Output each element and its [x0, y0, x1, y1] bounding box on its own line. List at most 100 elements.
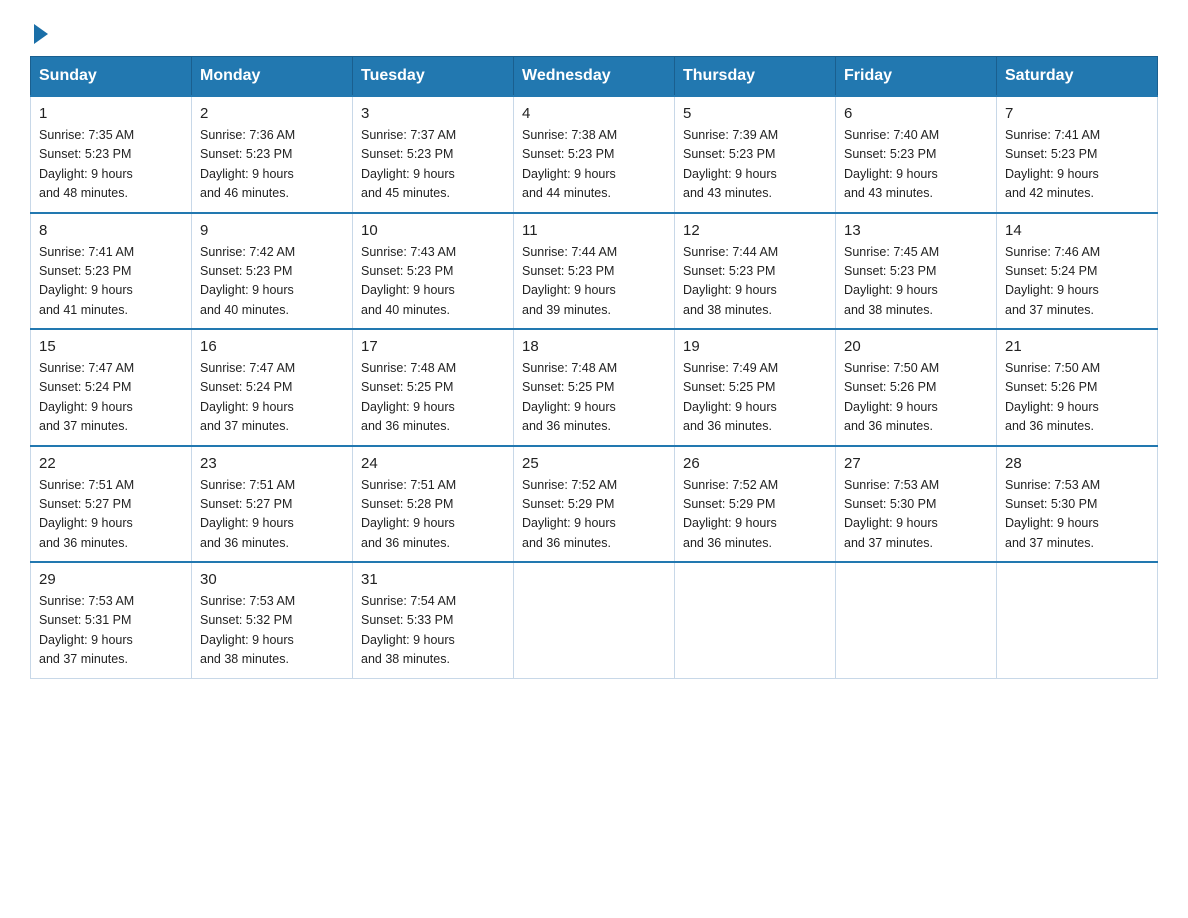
- day-info: Sunrise: 7:54 AM Sunset: 5:33 PM Dayligh…: [361, 592, 505, 670]
- day-cell: 19 Sunrise: 7:49 AM Sunset: 5:25 PM Dayl…: [675, 329, 836, 446]
- day-number: 2: [200, 105, 344, 122]
- day-number: 6: [844, 105, 988, 122]
- day-info: Sunrise: 7:53 AM Sunset: 5:30 PM Dayligh…: [844, 476, 988, 554]
- day-info: Sunrise: 7:37 AM Sunset: 5:23 PM Dayligh…: [361, 126, 505, 204]
- day-info: Sunrise: 7:48 AM Sunset: 5:25 PM Dayligh…: [522, 359, 666, 437]
- column-header-wednesday: Wednesday: [514, 57, 675, 97]
- day-number: 23: [200, 455, 344, 472]
- day-number: 28: [1005, 455, 1149, 472]
- day-cell: 27 Sunrise: 7:53 AM Sunset: 5:30 PM Dayl…: [836, 446, 997, 563]
- day-cell: 29 Sunrise: 7:53 AM Sunset: 5:31 PM Dayl…: [31, 562, 192, 678]
- logo: [30, 20, 48, 38]
- day-info: Sunrise: 7:35 AM Sunset: 5:23 PM Dayligh…: [39, 126, 183, 204]
- day-cell: [675, 562, 836, 678]
- day-cell: 23 Sunrise: 7:51 AM Sunset: 5:27 PM Dayl…: [192, 446, 353, 563]
- day-cell: 16 Sunrise: 7:47 AM Sunset: 5:24 PM Dayl…: [192, 329, 353, 446]
- day-info: Sunrise: 7:50 AM Sunset: 5:26 PM Dayligh…: [844, 359, 988, 437]
- day-cell: 2 Sunrise: 7:36 AM Sunset: 5:23 PM Dayli…: [192, 96, 353, 213]
- day-number: 10: [361, 222, 505, 239]
- day-cell: 18 Sunrise: 7:48 AM Sunset: 5:25 PM Dayl…: [514, 329, 675, 446]
- day-cell: 31 Sunrise: 7:54 AM Sunset: 5:33 PM Dayl…: [353, 562, 514, 678]
- day-number: 9: [200, 222, 344, 239]
- day-info: Sunrise: 7:38 AM Sunset: 5:23 PM Dayligh…: [522, 126, 666, 204]
- day-cell: 24 Sunrise: 7:51 AM Sunset: 5:28 PM Dayl…: [353, 446, 514, 563]
- day-cell: 7 Sunrise: 7:41 AM Sunset: 5:23 PM Dayli…: [997, 96, 1158, 213]
- day-number: 31: [361, 571, 505, 588]
- day-cell: 4 Sunrise: 7:38 AM Sunset: 5:23 PM Dayli…: [514, 96, 675, 213]
- column-header-saturday: Saturday: [997, 57, 1158, 97]
- column-header-thursday: Thursday: [675, 57, 836, 97]
- day-number: 13: [844, 222, 988, 239]
- week-row-1: 1 Sunrise: 7:35 AM Sunset: 5:23 PM Dayli…: [31, 96, 1158, 213]
- day-number: 4: [522, 105, 666, 122]
- day-cell: 10 Sunrise: 7:43 AM Sunset: 5:23 PM Dayl…: [353, 213, 514, 330]
- day-info: Sunrise: 7:39 AM Sunset: 5:23 PM Dayligh…: [683, 126, 827, 204]
- day-cell: 12 Sunrise: 7:44 AM Sunset: 5:23 PM Dayl…: [675, 213, 836, 330]
- day-number: 3: [361, 105, 505, 122]
- day-info: Sunrise: 7:53 AM Sunset: 5:30 PM Dayligh…: [1005, 476, 1149, 554]
- column-header-monday: Monday: [192, 57, 353, 97]
- week-row-3: 15 Sunrise: 7:47 AM Sunset: 5:24 PM Dayl…: [31, 329, 1158, 446]
- week-row-2: 8 Sunrise: 7:41 AM Sunset: 5:23 PM Dayli…: [31, 213, 1158, 330]
- day-number: 24: [361, 455, 505, 472]
- day-number: 11: [522, 222, 666, 239]
- column-header-sunday: Sunday: [31, 57, 192, 97]
- logo-arrow-icon: [34, 24, 48, 44]
- day-cell: [997, 562, 1158, 678]
- calendar-table: SundayMondayTuesdayWednesdayThursdayFrid…: [30, 56, 1158, 679]
- day-cell: 5 Sunrise: 7:39 AM Sunset: 5:23 PM Dayli…: [675, 96, 836, 213]
- header-row: SundayMondayTuesdayWednesdayThursdayFrid…: [31, 57, 1158, 97]
- column-header-tuesday: Tuesday: [353, 57, 514, 97]
- day-cell: [836, 562, 997, 678]
- day-cell: 9 Sunrise: 7:42 AM Sunset: 5:23 PM Dayli…: [192, 213, 353, 330]
- day-number: 17: [361, 338, 505, 355]
- day-number: 22: [39, 455, 183, 472]
- day-cell: 14 Sunrise: 7:46 AM Sunset: 5:24 PM Dayl…: [997, 213, 1158, 330]
- day-number: 8: [39, 222, 183, 239]
- day-info: Sunrise: 7:45 AM Sunset: 5:23 PM Dayligh…: [844, 243, 988, 321]
- day-number: 7: [1005, 105, 1149, 122]
- day-cell: 1 Sunrise: 7:35 AM Sunset: 5:23 PM Dayli…: [31, 96, 192, 213]
- day-number: 1: [39, 105, 183, 122]
- week-row-5: 29 Sunrise: 7:53 AM Sunset: 5:31 PM Dayl…: [31, 562, 1158, 678]
- day-info: Sunrise: 7:52 AM Sunset: 5:29 PM Dayligh…: [683, 476, 827, 554]
- day-info: Sunrise: 7:46 AM Sunset: 5:24 PM Dayligh…: [1005, 243, 1149, 321]
- day-number: 27: [844, 455, 988, 472]
- day-cell: 17 Sunrise: 7:48 AM Sunset: 5:25 PM Dayl…: [353, 329, 514, 446]
- day-number: 21: [1005, 338, 1149, 355]
- day-cell: 11 Sunrise: 7:44 AM Sunset: 5:23 PM Dayl…: [514, 213, 675, 330]
- column-header-friday: Friday: [836, 57, 997, 97]
- day-info: Sunrise: 7:41 AM Sunset: 5:23 PM Dayligh…: [39, 243, 183, 321]
- day-cell: 6 Sunrise: 7:40 AM Sunset: 5:23 PM Dayli…: [836, 96, 997, 213]
- day-number: 16: [200, 338, 344, 355]
- day-info: Sunrise: 7:41 AM Sunset: 5:23 PM Dayligh…: [1005, 126, 1149, 204]
- day-info: Sunrise: 7:53 AM Sunset: 5:31 PM Dayligh…: [39, 592, 183, 670]
- day-cell: 30 Sunrise: 7:53 AM Sunset: 5:32 PM Dayl…: [192, 562, 353, 678]
- day-info: Sunrise: 7:53 AM Sunset: 5:32 PM Dayligh…: [200, 592, 344, 670]
- day-number: 20: [844, 338, 988, 355]
- day-info: Sunrise: 7:48 AM Sunset: 5:25 PM Dayligh…: [361, 359, 505, 437]
- day-cell: 15 Sunrise: 7:47 AM Sunset: 5:24 PM Dayl…: [31, 329, 192, 446]
- day-number: 14: [1005, 222, 1149, 239]
- day-info: Sunrise: 7:47 AM Sunset: 5:24 PM Dayligh…: [39, 359, 183, 437]
- day-info: Sunrise: 7:51 AM Sunset: 5:28 PM Dayligh…: [361, 476, 505, 554]
- day-info: Sunrise: 7:42 AM Sunset: 5:23 PM Dayligh…: [200, 243, 344, 321]
- day-info: Sunrise: 7:43 AM Sunset: 5:23 PM Dayligh…: [361, 243, 505, 321]
- day-cell: 8 Sunrise: 7:41 AM Sunset: 5:23 PM Dayli…: [31, 213, 192, 330]
- day-info: Sunrise: 7:52 AM Sunset: 5:29 PM Dayligh…: [522, 476, 666, 554]
- day-cell: 26 Sunrise: 7:52 AM Sunset: 5:29 PM Dayl…: [675, 446, 836, 563]
- day-info: Sunrise: 7:44 AM Sunset: 5:23 PM Dayligh…: [683, 243, 827, 321]
- day-cell: 22 Sunrise: 7:51 AM Sunset: 5:27 PM Dayl…: [31, 446, 192, 563]
- day-number: 18: [522, 338, 666, 355]
- day-cell: 13 Sunrise: 7:45 AM Sunset: 5:23 PM Dayl…: [836, 213, 997, 330]
- day-cell: 20 Sunrise: 7:50 AM Sunset: 5:26 PM Dayl…: [836, 329, 997, 446]
- day-info: Sunrise: 7:50 AM Sunset: 5:26 PM Dayligh…: [1005, 359, 1149, 437]
- day-number: 26: [683, 455, 827, 472]
- day-number: 30: [200, 571, 344, 588]
- day-number: 19: [683, 338, 827, 355]
- day-number: 29: [39, 571, 183, 588]
- day-cell: 21 Sunrise: 7:50 AM Sunset: 5:26 PM Dayl…: [997, 329, 1158, 446]
- day-cell: [514, 562, 675, 678]
- week-row-4: 22 Sunrise: 7:51 AM Sunset: 5:27 PM Dayl…: [31, 446, 1158, 563]
- page-header: [30, 20, 1158, 38]
